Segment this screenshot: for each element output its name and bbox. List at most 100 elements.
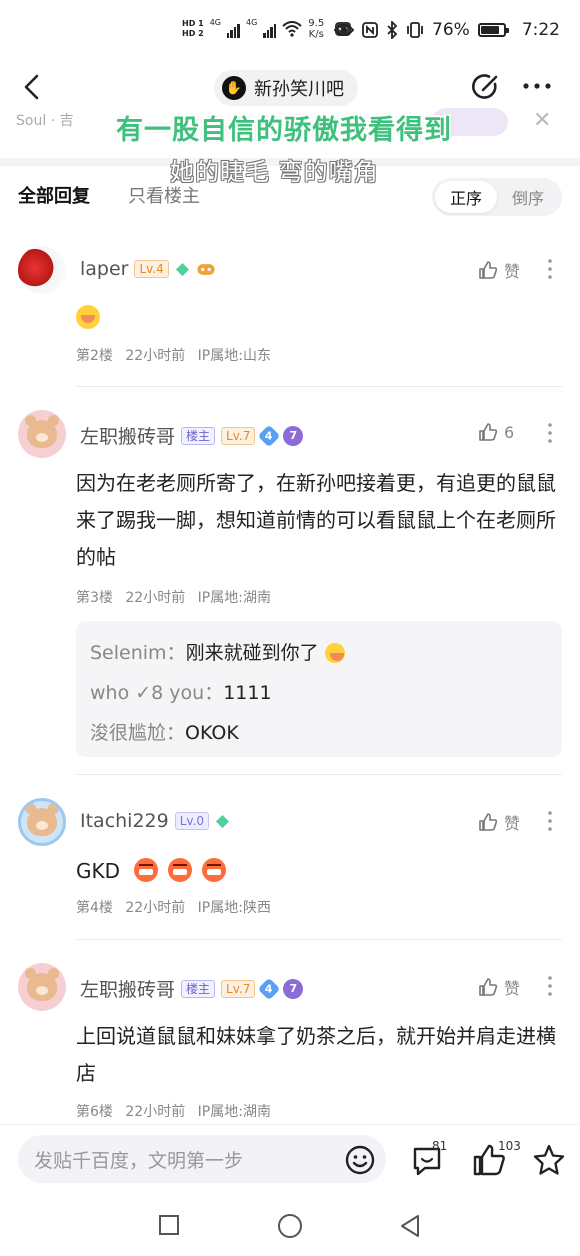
system-nav-bar [0,1194,580,1256]
star-icon[interactable] [532,1143,566,1177]
divider [76,939,562,940]
net-speed-value: 9.5 [308,18,325,29]
status-right: 76% 7:22 [334,20,560,40]
nfc-icon [362,22,378,38]
username[interactable]: laper [80,258,128,280]
back-triangle-icon[interactable] [398,1213,422,1239]
like-count: 103 [498,1139,521,1153]
like-label: 赞 [504,814,521,833]
more-horizontal-icon[interactable] [522,78,552,94]
reply-meta: 第3楼 22小时前 IP属地:湖南 [76,587,279,607]
sim1-label: HD 1 [182,19,204,28]
ip-location: IP属地:山东 [197,348,271,364]
top-nav: ✋ 新孙笑川吧 [0,64,580,114]
sim2-label: HD 2 [182,29,204,38]
reply-content: GKD [76,853,556,890]
home-circle-icon[interactable] [277,1213,303,1239]
sort-asc-button[interactable]: 正序 [435,181,497,213]
floor-number: 第4楼 [76,900,113,916]
reply-meta: 第6楼 22小时前 IP属地:湖南 [76,1101,279,1121]
lyric-caption-line1: 有一股自信的骄傲我看得到 [116,115,452,146]
avatar[interactable] [18,410,66,458]
recents-square-icon[interactable] [158,1214,180,1236]
status-bar: HD 1 HD 2 4G 4G 9.5 K/s 76% 7:22 [0,0,580,64]
emoji-picker-icon[interactable] [344,1144,376,1176]
user-info: 左职搬砖哥 楼主 Lv.7 4 7 [80,975,304,1002]
faded-text: Soul · 吉 [16,113,74,129]
level-medal-badge: 7 [283,978,304,999]
reply-content: 上回说道鼠鼠和妹妹拿了奶茶之后，就开始并肩走进横店 [76,1024,556,1085]
reply-input[interactable]: 发贴千百度，文明第一步 [18,1135,386,1183]
medal-number: 7 [289,982,298,995]
sort-toggle: 正序 倒序 [432,178,562,216]
username[interactable]: 左职搬砖哥 [80,975,175,1002]
sub-reply-user[interactable]: who ✓8 you： [90,682,223,704]
reply-meta: 第2楼 22小时前 IP属地:山东 [76,345,279,365]
like-label: 赞 [504,262,521,281]
more-vertical-icon[interactable] [544,810,556,832]
forum-name: 新孙笑川吧 [254,79,344,100]
tab-all-replies[interactable]: 全部回复 [18,182,90,208]
sub-replies-box[interactable]: Selenim：刚来就碰到你了 who ✓8 you：1111 浚很尴尬：OKO… [76,621,562,757]
tab-only-op[interactable]: 只看楼主 [128,182,200,208]
like-button[interactable]: 赞 [478,810,520,834]
angry-emoji-icon [134,858,159,882]
more-vertical-icon[interactable] [544,422,556,444]
eye-icon [334,24,355,36]
sub-reply-user[interactable]: 浚很尴尬： [90,722,185,744]
compose-icon[interactable] [471,72,501,102]
avatar[interactable] [18,963,66,1011]
like-count: 6 [504,422,515,442]
thumb-up-icon [479,978,498,996]
sub-reply-user[interactable]: Selenim： [90,642,186,664]
level-badge: Lv.4 [134,260,169,278]
username[interactable]: Itachi229 [80,810,169,832]
avatar[interactable] [18,246,66,294]
divider [76,386,562,387]
reply-content: 因为在老老厕所寄了，在新孙吧接着更，有追更的鼠鼠来了踢我一脚，想知道前情的可以看… [76,471,556,569]
post-time: 22小时前 [125,348,186,364]
sub-reply: Selenim：刚来就碰到你了 [90,633,548,673]
gem-badge-number: 4 [265,982,274,995]
battery-percent: 76% [432,20,470,40]
forum-name-pill[interactable]: ✋ 新孙笑川吧 [214,70,358,106]
network-type-2: 4G [245,18,258,27]
gem-badge-number: 4 [265,429,274,442]
sim-indicator: HD 1 HD 2 [182,19,204,39]
wifi-icon [282,21,302,37]
floor-number: 第2楼 [76,348,113,364]
bluetooth-icon [387,21,398,39]
like-button[interactable]: 赞 [478,975,520,999]
gamepad-icon [197,263,215,275]
level-medal-badge: 7 [283,425,304,446]
post-time: 22小时前 [125,900,186,916]
username[interactable]: 左职搬砖哥 [80,422,175,449]
thumb-up-icon [479,423,498,441]
user-info: 左职搬砖哥 楼主 Lv.7 4 7 [80,422,304,449]
sub-reply-text: OKOK [185,722,239,744]
floor-number: 第6楼 [76,1104,113,1120]
post-time: 22小时前 [125,590,186,606]
battery-icon [477,23,509,37]
more-vertical-icon[interactable] [544,975,556,997]
clock: 7:22 [521,20,560,40]
sub-reply: who ✓8 you：1111 [90,673,548,713]
back-arrow-icon[interactable] [18,72,48,102]
net-speed: 9.5 K/s [308,18,324,40]
host-badge: 楼主 [181,979,216,998]
faded-close-icon: ✕ [533,108,552,133]
like-button[interactable]: 赞 [478,258,520,282]
thumb-up-icon [479,813,498,831]
more-vertical-icon[interactable] [544,258,556,280]
ip-location: IP属地:陕西 [197,900,271,916]
net-speed-unit: K/s [308,29,324,40]
floor-number: 第3楼 [76,590,113,606]
user-info: laper Lv.4 [80,258,216,280]
sort-desc-button[interactable]: 倒序 [497,181,559,213]
avatar[interactable] [18,798,66,846]
reply-meta: 第4楼 22小时前 IP属地:陕西 [76,897,279,917]
medal-number: 7 [289,429,298,442]
status-left: HD 1 HD 2 4G 4G 9.5 K/s [182,18,352,40]
like-button[interactable]: 6 [478,422,514,442]
vibrate-icon [407,22,423,38]
